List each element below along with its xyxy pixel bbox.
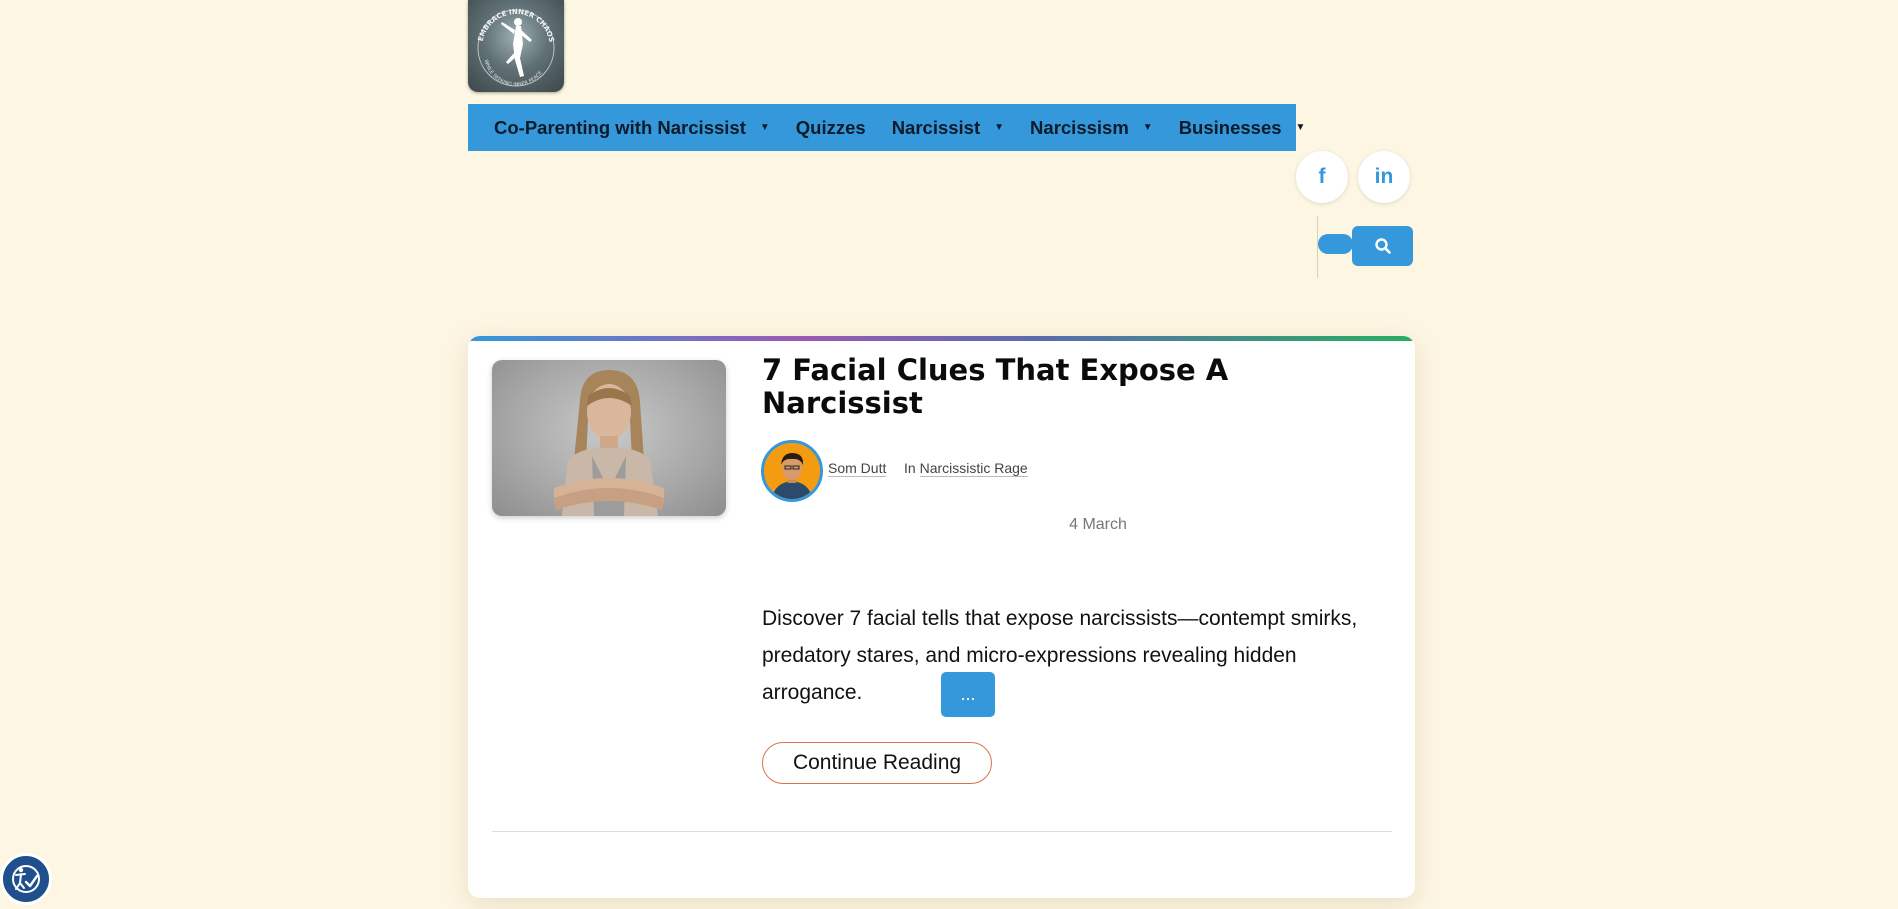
linkedin-icon: in [1374,165,1394,188]
card-divider [492,831,1392,832]
nav-item-label: Quizzes [795,116,866,138]
search-input[interactable] [1318,234,1353,254]
nav-item-narcissist[interactable]: Narcissist ▼ [892,117,1004,139]
nav-item-label: Narcissism [1030,116,1129,138]
nav-item-co-parenting[interactable]: Co-Parenting with Narcissist ▼ [494,117,770,139]
post-category: In Narcissistic Rage [904,460,1028,477]
read-more-button[interactable]: ... [941,672,995,717]
search-button[interactable] [1352,226,1413,266]
author-avatar[interactable] [761,440,823,502]
nav-item-label: Businesses [1178,116,1282,138]
accessibility-icon [12,865,40,893]
author-link[interactable]: Som Dutt [828,460,887,477]
main-nav: Co-Parenting with Narcissist ▼ Quizzes N… [468,104,1305,151]
facebook-button[interactable]: f [1296,151,1348,203]
linkedin-button[interactable]: in [1358,151,1410,203]
post-title[interactable]: 7 Facial Clues That Expose A Narcissist [762,354,1302,420]
category-prefix: In [904,460,920,476]
logo-dancer-icon: EMBRACE INNER CHAOS WHILE SEEKING INNER … [477,8,556,88]
avatar-icon [764,443,820,499]
post-date: 4 March [1069,516,1127,533]
woman-photo-icon [554,370,664,516]
facebook-icon: f [1318,165,1326,188]
post-thumbnail[interactable] [492,360,726,516]
nav-item-label: Narcissist [891,116,981,138]
card-accent-bar [468,336,1415,341]
post-excerpt: Discover 7 facial tells that expose narc… [762,607,1358,704]
caret-down-icon: ▼ [994,122,1005,133]
search-icon [1374,238,1391,254]
nav-item-label: Co-Parenting with Narcissist [494,116,746,138]
accessibility-button[interactable] [0,853,52,905]
logo-subtext: WHILE SEEKING INNER PEACE [483,59,544,88]
category-link[interactable]: Narcissistic Rage [919,460,1028,477]
site-logo[interactable]: EMBRACE INNER CHAOS WHILE SEEKING INNER … [468,0,564,92]
caret-down-icon: ▼ [1295,122,1306,133]
continue-reading-button[interactable]: Continue Reading [762,742,992,784]
nav-item-quizzes[interactable]: Quizzes [796,117,866,139]
nav-item-businesses[interactable]: Businesses ▼ [1179,117,1306,139]
post-card: 7 Facial Clues That Expose A Narcissist … [468,336,1415,898]
nav-item-narcissism[interactable]: Narcissism ▼ [1030,117,1153,139]
caret-down-icon: ▼ [1142,122,1153,133]
caret-down-icon: ▼ [759,122,770,133]
